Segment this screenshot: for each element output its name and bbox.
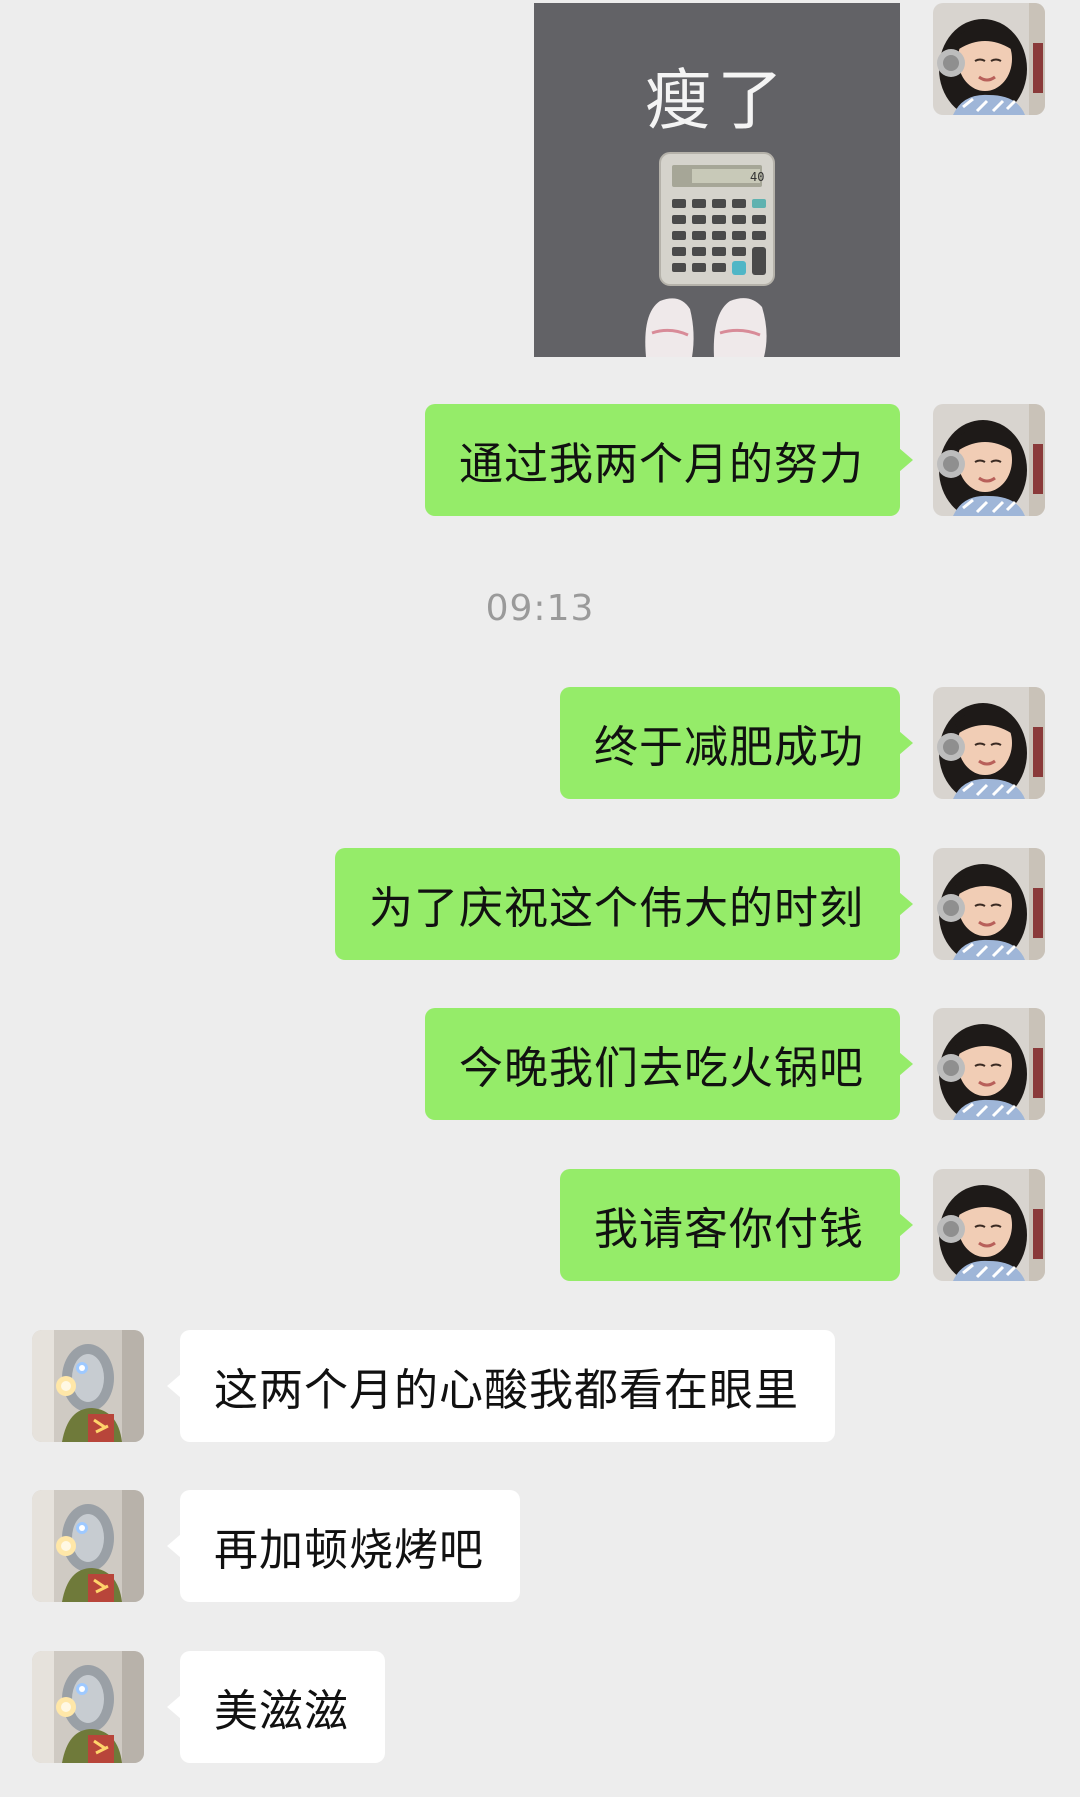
user-avatar[interactable]	[933, 848, 1045, 960]
incoming-message-bubble[interactable]: 这两个月的心酸我都看在眼里	[167, 1330, 835, 1442]
user-avatar[interactable]	[933, 3, 1045, 115]
user-avatar-image	[933, 1008, 1045, 1120]
svg-text:40: 40	[750, 170, 764, 184]
contact-avatar-image	[32, 1651, 144, 1763]
user-avatar-image	[933, 1169, 1045, 1281]
incoming-message-bubble[interactable]: 再加顿烧烤吧	[167, 1490, 520, 1602]
outgoing-message-bubble[interactable]: 今晚我们去吃火锅吧	[425, 1008, 913, 1120]
contact-avatar[interactable]	[32, 1330, 144, 1442]
incoming-message-bubble[interactable]: 美滋滋	[167, 1651, 385, 1763]
contact-avatar-image	[32, 1490, 144, 1602]
user-avatar[interactable]	[933, 687, 1045, 799]
contact-avatar[interactable]	[32, 1651, 144, 1763]
user-avatar-image	[933, 687, 1045, 799]
timestamp: 09:13	[485, 588, 595, 629]
user-avatar-image	[933, 848, 1045, 960]
contact-avatar-image	[32, 1330, 144, 1442]
outgoing-message-bubble[interactable]: 我请客你付钱	[560, 1169, 913, 1281]
sticker-image[interactable]: 40 瘦了	[534, 3, 900, 357]
user-avatar-image	[933, 3, 1045, 115]
user-avatar[interactable]	[933, 1169, 1045, 1281]
outgoing-message-bubble[interactable]: 通过我两个月的努力	[425, 404, 913, 516]
outgoing-message-bubble[interactable]: 为了庆祝这个伟大的时刻	[335, 848, 913, 960]
user-avatar-image	[933, 404, 1045, 516]
outgoing-message-bubble[interactable]: 终于减肥成功	[560, 687, 913, 799]
user-avatar[interactable]	[933, 404, 1045, 516]
user-avatar[interactable]	[933, 1008, 1045, 1120]
contact-avatar[interactable]	[32, 1490, 144, 1602]
sticker-caption: 瘦了	[645, 62, 789, 139]
